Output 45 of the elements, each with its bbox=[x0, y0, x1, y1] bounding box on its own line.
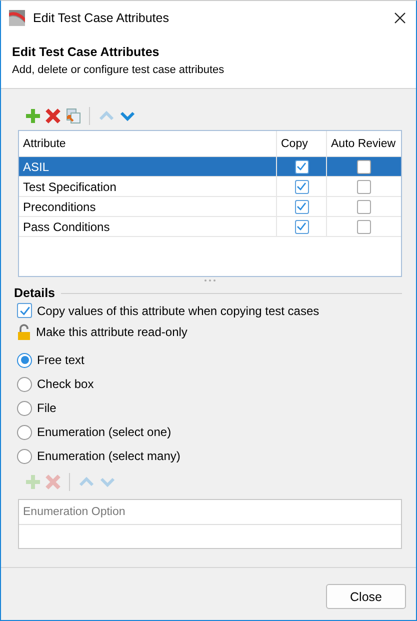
splitter-handle-icon[interactable] bbox=[204, 279, 216, 282]
attribute-name: Test Specification bbox=[23, 180, 116, 194]
attribute-name: Preconditions bbox=[23, 200, 96, 214]
lock-label[interactable]: Make this attribute read-only bbox=[36, 324, 188, 338]
column-header[interactable]: Enumeration Option bbox=[23, 506, 126, 518]
copy-checkbox[interactable] bbox=[294, 200, 308, 214]
attribute-name: ASIL bbox=[23, 160, 50, 174]
open-padlock-icon[interactable] bbox=[17, 324, 31, 340]
radio-button[interactable] bbox=[17, 376, 32, 392]
radio-button[interactable] bbox=[17, 424, 32, 440]
app-logo-icon bbox=[9, 10, 25, 26]
radio-label[interactable]: Enumeration (select one) bbox=[37, 425, 172, 439]
checkbox[interactable] bbox=[17, 303, 32, 318]
close-button[interactable]: Close bbox=[326, 584, 406, 609]
dialog-title: Edit Test Case Attributes bbox=[12, 45, 160, 59]
close-icon[interactable] bbox=[394, 12, 406, 24]
window-title: Edit Test Case Attributes bbox=[33, 11, 170, 25]
radio-label[interactable]: File bbox=[37, 401, 56, 415]
table-row[interactable]: Test Specification bbox=[19, 177, 401, 197]
table-row[interactable]: Pass Conditions bbox=[19, 217, 401, 237]
attribute-name: Pass Conditions bbox=[23, 220, 110, 234]
auto-review-checkbox[interactable] bbox=[357, 220, 371, 234]
table-row[interactable]: ASIL bbox=[19, 157, 401, 177]
table-row[interactable]: Preconditions bbox=[19, 197, 401, 217]
checkbox-label[interactable]: Copy values of this attribute when copying test cases bbox=[37, 304, 320, 318]
delete-icon[interactable] bbox=[45, 108, 61, 124]
section-title: Details bbox=[14, 286, 55, 300]
copy-checkbox[interactable] bbox=[294, 160, 308, 174]
add-icon[interactable] bbox=[25, 108, 41, 124]
auto-review-checkbox[interactable] bbox=[357, 200, 371, 214]
dialog-subtitle: Add, delete or configure test case attributes bbox=[12, 64, 226, 76]
radio-button[interactable] bbox=[17, 352, 32, 368]
radio-label[interactable]: Check box bbox=[37, 377, 94, 391]
column-header[interactable]: Attribute bbox=[19, 131, 277, 156]
auto-review-checkbox[interactable] bbox=[357, 180, 371, 194]
radio-button[interactable] bbox=[17, 448, 32, 464]
copy-checkbox[interactable] bbox=[294, 180, 308, 194]
column-header[interactable]: Auto Review bbox=[327, 131, 401, 156]
radio-button[interactable] bbox=[17, 400, 32, 416]
column-header[interactable]: Copy bbox=[277, 131, 327, 156]
radio-label[interactable]: Free text bbox=[37, 353, 84, 367]
radio-label[interactable]: Enumeration (select many) bbox=[37, 449, 180, 463]
copy-checkbox[interactable] bbox=[294, 220, 308, 234]
auto-review-checkbox[interactable] bbox=[357, 160, 371, 174]
copy-icon[interactable] bbox=[65, 108, 81, 124]
